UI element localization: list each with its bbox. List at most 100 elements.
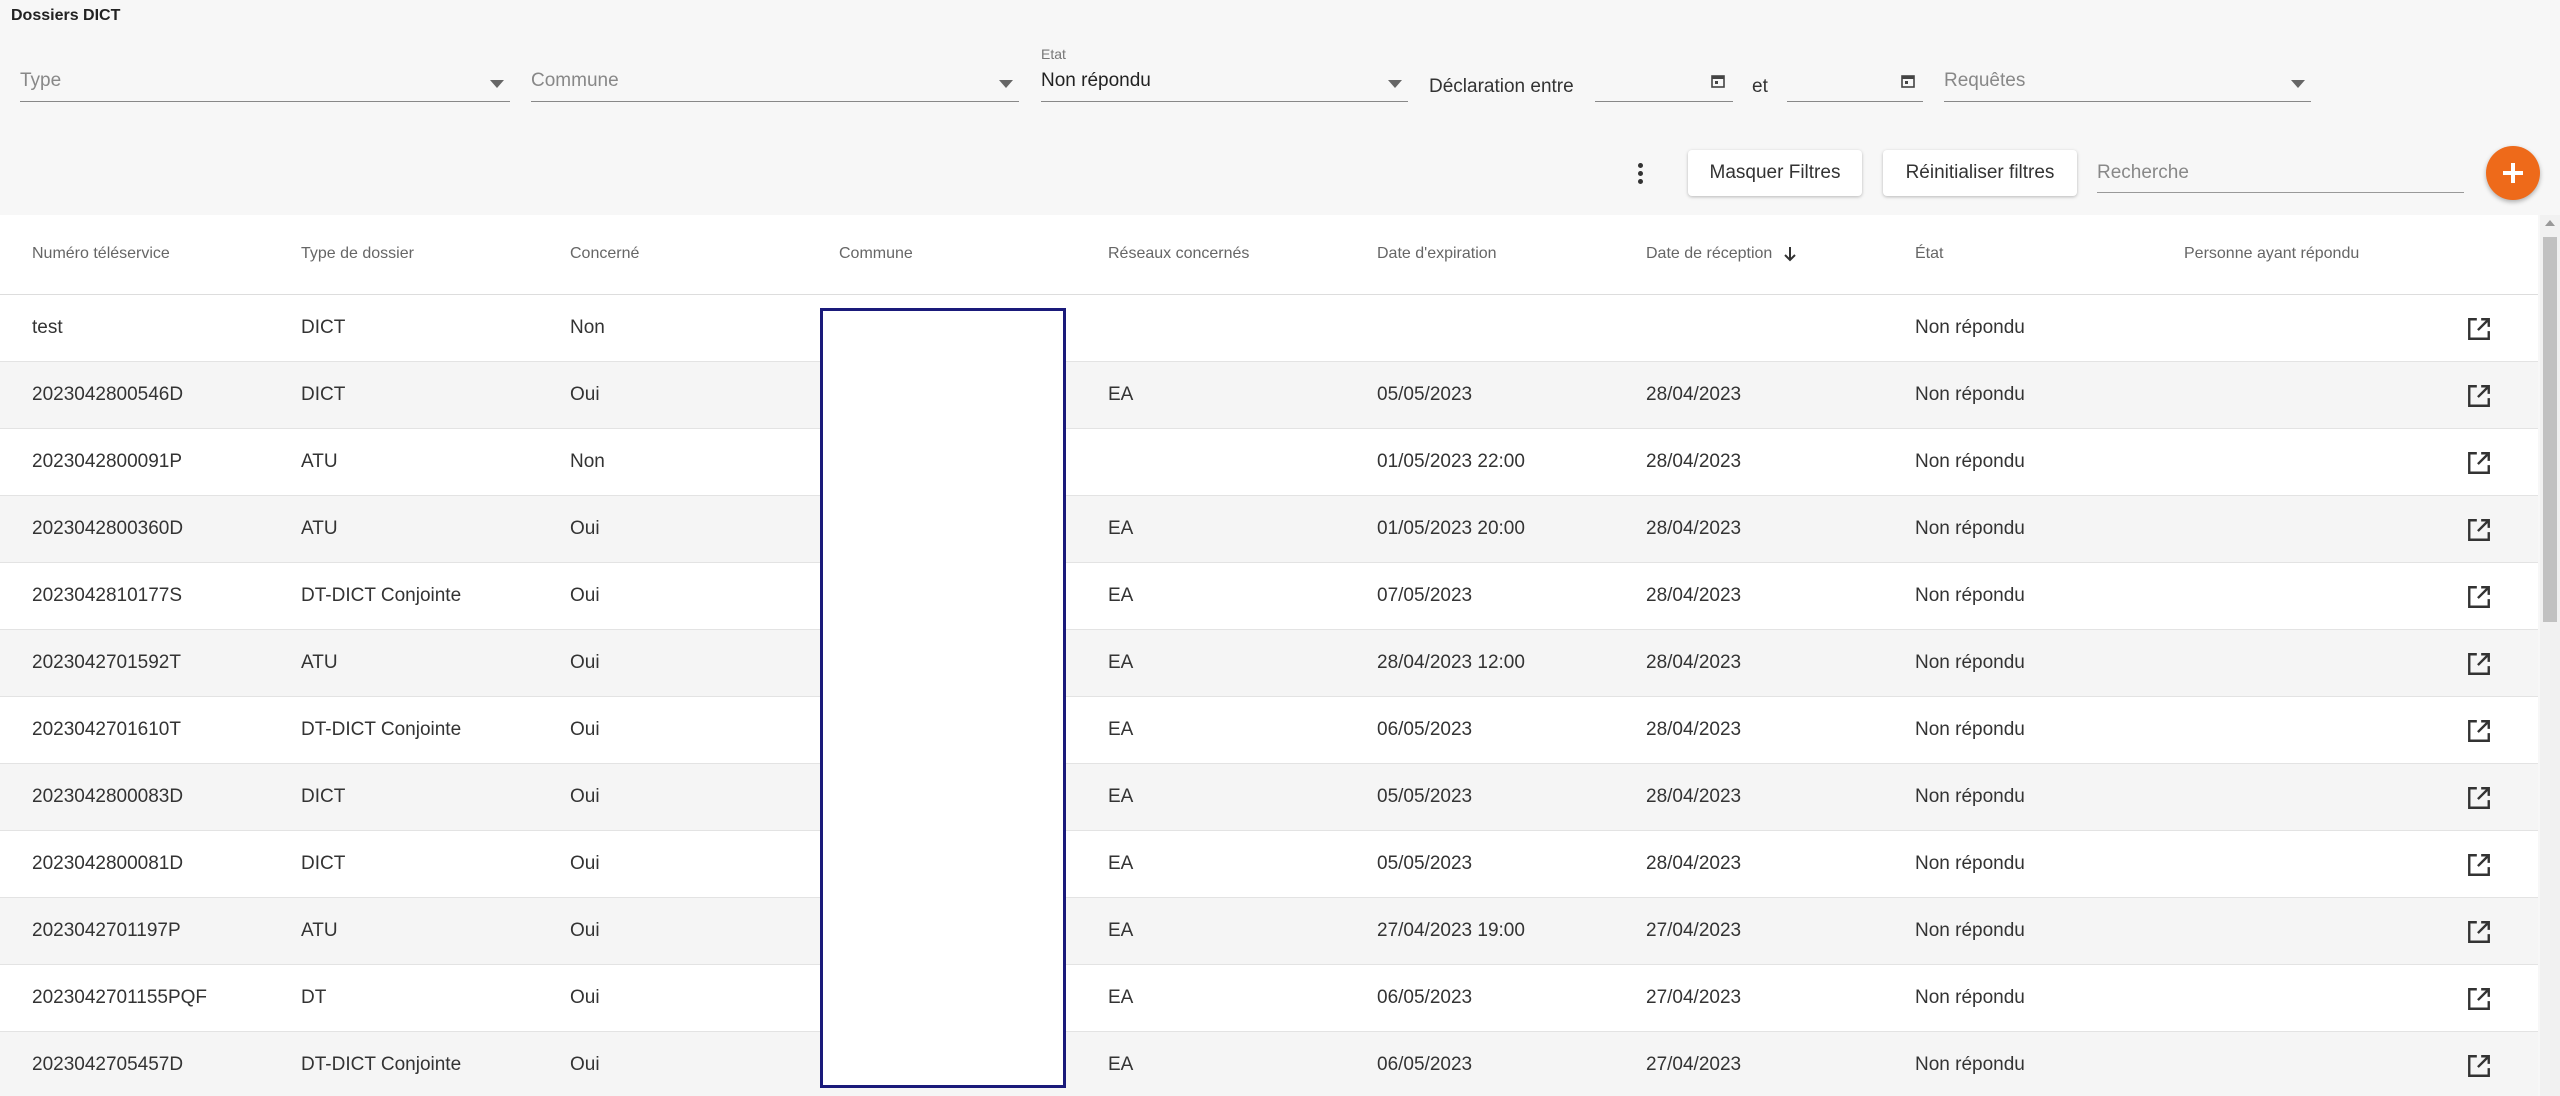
chevron-down-icon <box>1388 80 1402 88</box>
chevron-down-icon <box>999 80 1013 88</box>
cell-reseaux: EA <box>1108 585 1134 606</box>
cell-date-expiration: 28/04/2023 12:00 <box>1377 652 1525 673</box>
table-row[interactable]: 2023042800083D DICT Oui EA 05/05/2023 28/04/2… <box>0 764 2538 831</box>
type-select[interactable]: Type <box>20 60 510 104</box>
open-in-new-icon[interactable] <box>2466 718 2492 744</box>
cell-reseaux: EA <box>1108 987 1134 1008</box>
column-header[interactable]: Concerné <box>570 245 639 263</box>
cell-type-dossier: ATU <box>301 920 338 941</box>
hide-filters-button[interactable]: Masquer Filtres <box>1688 150 1862 196</box>
arrow-down-icon <box>1784 246 1796 262</box>
cell-type-dossier: DICT <box>301 384 346 405</box>
open-in-new-icon[interactable] <box>2466 316 2492 342</box>
column-header[interactable]: Commune <box>839 245 913 263</box>
page-title: Dossiers DICT <box>11 7 121 24</box>
search-input[interactable]: Recherche <box>2097 152 2464 194</box>
cell-date-reception: 28/04/2023 <box>1646 719 1742 740</box>
cell-type-dossier: DT <box>301 987 327 1008</box>
cell-etat: Non répondu <box>1915 987 2025 1008</box>
cell-date-reception: 28/04/2023 <box>1646 786 1742 807</box>
cell-etat: Non répondu <box>1915 585 2025 606</box>
table-row[interactable]: test DICT Non Non répondu <box>0 295 2538 362</box>
date-to-input[interactable] <box>1787 60 1923 104</box>
cell-date-reception: 28/04/2023 <box>1646 652 1742 673</box>
open-in-new-icon[interactable] <box>2466 517 2492 543</box>
cell-numero: 2023042701592T <box>32 652 181 673</box>
commune-select[interactable]: Commune <box>531 60 1019 104</box>
cell-date-expiration: 07/05/2023 <box>1377 585 1473 606</box>
cell-concerne: Non <box>570 451 605 472</box>
cell-numero: 2023042701155PQF <box>32 987 208 1008</box>
requetes-select[interactable]: Requêtes <box>1944 60 2311 104</box>
table-row[interactable]: 2023042800546D DICT Oui EA 05/05/2023 28/04/2… <box>0 362 2538 429</box>
table-header: Numéro téléservice Type de dossier Conce… <box>0 215 2538 295</box>
cell-type-dossier: DICT <box>301 786 346 807</box>
open-in-new-icon[interactable] <box>2466 919 2492 945</box>
open-in-new-icon[interactable] <box>2466 785 2492 811</box>
open-in-new-icon[interactable] <box>2466 986 2492 1012</box>
cell-concerne: Oui <box>570 853 600 874</box>
column-header[interactable]: État <box>1915 245 1943 263</box>
cell-date-reception: 27/04/2023 <box>1646 987 1742 1008</box>
open-in-new-icon[interactable] <box>2466 1053 2492 1079</box>
cell-numero: 2023042800546D <box>32 384 184 405</box>
cell-reseaux: EA <box>1108 1054 1134 1075</box>
cell-type-dossier: DT-DICT Conjointe <box>301 585 462 606</box>
column-header[interactable]: Date d'expiration <box>1377 245 1497 263</box>
cell-type-dossier: ATU <box>301 652 338 673</box>
open-in-new-icon[interactable] <box>2466 584 2492 610</box>
cell-date-expiration: 05/05/2023 <box>1377 384 1473 405</box>
open-in-new-icon[interactable] <box>2466 450 2492 476</box>
column-header[interactable]: Réseaux concernés <box>1108 245 1249 263</box>
column-header[interactable]: Personne ayant répondu <box>2184 245 2359 263</box>
cell-type-dossier: ATU <box>301 451 338 472</box>
calendar-icon[interactable] <box>1901 74 1915 88</box>
add-button[interactable] <box>2486 146 2540 200</box>
cell-reseaux: EA <box>1108 719 1134 740</box>
cell-date-reception: 28/04/2023 <box>1646 384 1742 405</box>
open-in-new-icon[interactable] <box>2466 651 2492 677</box>
table-row[interactable]: 2023042810177S DT-DICT Conjointe Oui EA 07/0… <box>0 563 2538 630</box>
cell-type-dossier: DT-DICT Conjointe <box>301 719 462 740</box>
column-header-sorted[interactable]: Date de réception <box>1646 245 1797 263</box>
open-in-new-icon[interactable] <box>2466 852 2492 878</box>
table-row[interactable]: 2023042800081D DICT Oui EA 05/05/2023 28/04/2… <box>0 831 2538 898</box>
cell-concerne: Oui <box>570 652 600 673</box>
cell-date-expiration: 06/05/2023 <box>1377 987 1473 1008</box>
cell-date-expiration: 05/05/2023 <box>1377 786 1473 807</box>
cell-numero: 2023042701197P <box>32 920 181 941</box>
column-header[interactable]: Numéro téléservice <box>32 245 170 263</box>
table-row[interactable]: 2023042800360D ATU Oui EA 01/05/2023 20:00 28… <box>0 496 2538 563</box>
table-row[interactable]: 2023042800091P ATU Non 01/05/2023 22:00 28/0… <box>0 429 2538 496</box>
vertical-scrollbar[interactable] <box>2540 215 2560 1096</box>
open-in-new-icon[interactable] <box>2466 383 2492 409</box>
chevron-down-icon <box>2291 80 2305 88</box>
table-row[interactable]: 2023042701197P ATU Oui EA 27/04/2023 19:00 27… <box>0 898 2538 965</box>
cell-etat: Non répondu <box>1915 451 2025 472</box>
type-select-placeholder: Type <box>20 70 62 91</box>
scrollbar-thumb[interactable] <box>2543 237 2557 622</box>
column-header[interactable]: Type de dossier <box>301 245 414 263</box>
cell-numero: 2023042800091P <box>32 451 183 472</box>
etat-select[interactable]: Etat Non répondu <box>1041 44 1408 104</box>
cell-numero: 2023042705457D <box>32 1054 184 1075</box>
cell-date-expiration: 06/05/2023 <box>1377 719 1473 740</box>
table-row[interactable]: 2023042701155PQF DT Oui EA 06/05/2023 27/04/2… <box>0 965 2538 1032</box>
table-row[interactable]: 2023042701592T ATU Oui EA 28/04/2023 12:00 28… <box>0 630 2538 697</box>
reset-filters-button[interactable]: Réinitialiser filtres <box>1883 150 2077 196</box>
cell-etat: Non répondu <box>1915 384 2025 405</box>
cell-concerne: Oui <box>570 1054 600 1075</box>
table-row[interactable]: 2023042705457D DT-DICT Conjointe Oui EA 06/0… <box>0 1032 2538 1096</box>
cell-reseaux: EA <box>1108 652 1134 673</box>
cell-numero: 2023042800083D <box>32 786 184 807</box>
cell-concerne: Oui <box>570 719 600 740</box>
kebab-menu-icon[interactable] <box>1634 160 1646 186</box>
scroll-up-icon[interactable] <box>2545 220 2555 226</box>
table-row[interactable]: 2023042701610T DT-DICT Conjointe Oui EA 06/0… <box>0 697 2538 764</box>
cell-concerne: Oui <box>570 518 600 539</box>
cell-reseaux: EA <box>1108 786 1134 807</box>
declaration-label: Déclaration entre <box>1429 76 1574 97</box>
calendar-icon[interactable] <box>1711 74 1725 88</box>
cell-etat: Non répondu <box>1915 853 2025 874</box>
date-from-input[interactable] <box>1595 60 1733 104</box>
